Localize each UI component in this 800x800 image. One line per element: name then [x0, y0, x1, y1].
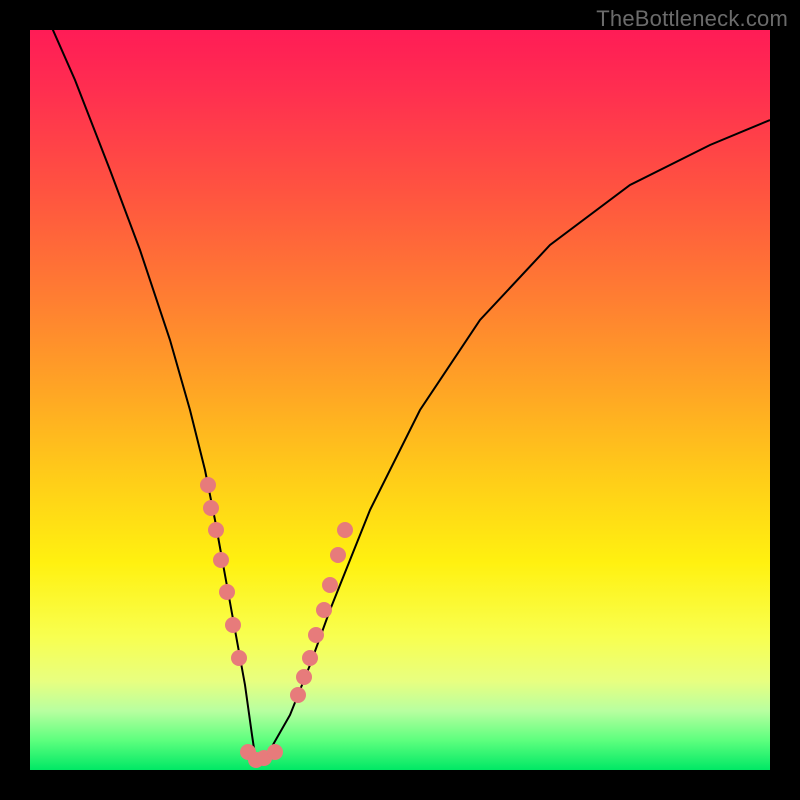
curve-layer	[30, 30, 770, 770]
marker-point	[296, 669, 312, 685]
marker-point	[200, 477, 216, 493]
marker-point	[290, 687, 306, 703]
marker-point	[316, 602, 332, 618]
watermark-text: TheBottleneck.com	[596, 6, 788, 32]
marker-point	[322, 577, 338, 593]
marker-point	[267, 744, 283, 760]
marker-point	[308, 627, 324, 643]
marker-point	[203, 500, 219, 516]
marker-point	[302, 650, 318, 666]
marker-point	[219, 584, 235, 600]
marker-point	[208, 522, 224, 538]
marker-point	[213, 552, 229, 568]
marker-point	[330, 547, 346, 563]
plot-area	[30, 30, 770, 770]
marker-group	[200, 477, 353, 768]
marker-point	[337, 522, 353, 538]
bottleneck-curve	[30, 30, 770, 762]
chart-frame: TheBottleneck.com	[0, 0, 800, 800]
marker-point	[225, 617, 241, 633]
marker-point	[231, 650, 247, 666]
